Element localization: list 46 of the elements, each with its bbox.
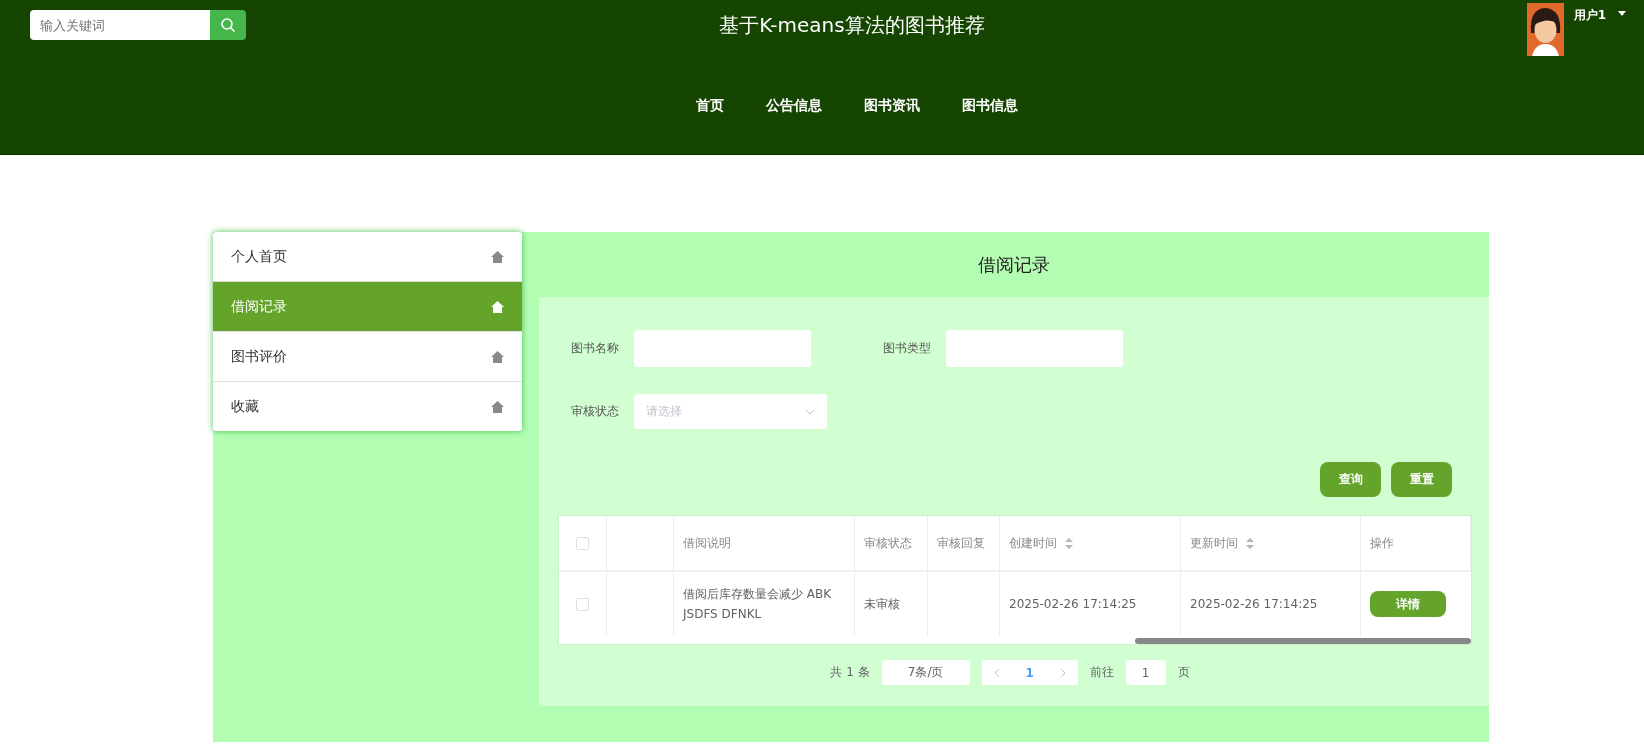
input-field[interactable] — [946, 330, 1123, 367]
panel-title: 借阅记录 — [977, 252, 1051, 277]
page-input[interactable]: 1 — [1125, 660, 1166, 685]
goto-label: 前往 — [1089, 664, 1114, 681]
search-field[interactable]: 输入关键词 — [30, 10, 210, 40]
page-suffix: 页 — [1177, 664, 1190, 681]
home-icon — [491, 350, 504, 363]
column-header: 审核回复 — [937, 534, 985, 552]
field-label: 审核状态 — [571, 403, 620, 420]
nav-link[interactable]: 首页 — [696, 97, 724, 115]
sidebar-item[interactable]: 收藏 — [213, 382, 522, 431]
total-count: 共 1 条 — [830, 664, 870, 681]
page-size-select[interactable]: 7条/页 — [881, 660, 970, 685]
table-cell: 2025-02-26 17:14:25 — [1190, 597, 1318, 611]
chevron-left-icon[interactable] — [993, 667, 1000, 678]
user-name[interactable]: 用户1 — [1573, 7, 1606, 24]
column-header: 更新时间 — [1190, 534, 1238, 552]
chevron-down-icon — [805, 408, 815, 415]
sort-icon[interactable] — [1065, 537, 1073, 549]
checkbox[interactable] — [576, 536, 589, 550]
nav-link[interactable]: 图书信息 — [962, 97, 1018, 115]
scrollbar[interactable] — [1135, 638, 1471, 644]
column-header: 创建时间 — [1009, 534, 1057, 552]
table-cell-text: 借阅后库存数量会减少 ABK JSDFS DFNKL — [683, 586, 833, 623]
search-button[interactable] — [210, 10, 246, 40]
nav-link[interactable]: 图书资讯 — [864, 97, 920, 115]
avatar[interactable] — [1526, 3, 1564, 56]
home-icon — [491, 300, 504, 313]
checkbox[interactable] — [576, 597, 589, 611]
home-icon — [491, 400, 504, 413]
site-title: 基于K-means算法的图书推荐 — [719, 12, 985, 39]
caret-icon[interactable] — [1618, 11, 1626, 16]
column-header: 借阅说明 — [683, 535, 731, 552]
nav-link[interactable]: 公告信息 — [766, 97, 822, 115]
table-cell: 未审核 — [864, 595, 900, 613]
chevron-right-icon[interactable] — [1059, 667, 1066, 678]
sidebar-item[interactable]: 图书评价 — [213, 332, 522, 382]
sort-icon[interactable] — [1246, 537, 1254, 549]
input-field[interactable] — [634, 330, 811, 367]
column-header: 操作 — [1370, 534, 1394, 552]
field-label: 图书类型 — [883, 340, 932, 357]
search-icon — [220, 17, 236, 33]
table-cell: 2025-02-26 17:14:25 — [1009, 597, 1137, 611]
field-label: 图书名称 — [571, 340, 620, 357]
home-icon — [491, 250, 504, 263]
column-header: 审核状态 — [864, 534, 912, 552]
